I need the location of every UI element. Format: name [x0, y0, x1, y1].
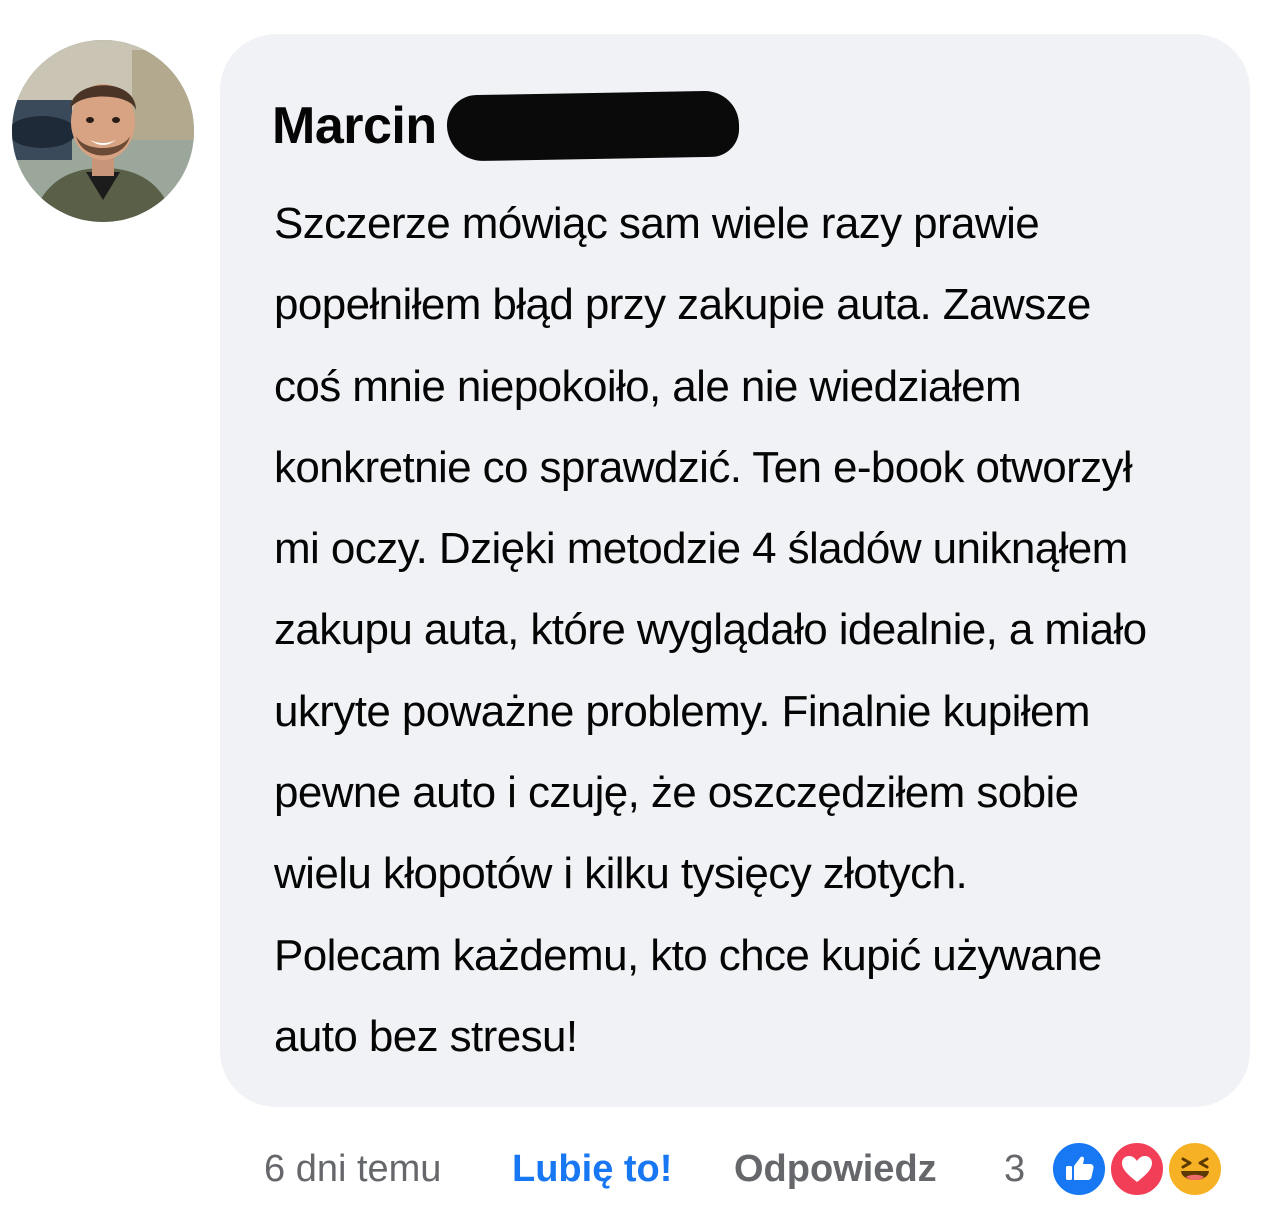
- comment-bubble: Marcin Szczerze mówiąc sam wiele razy pr…: [220, 34, 1250, 1107]
- like-button[interactable]: Lubię to!: [512, 1138, 672, 1200]
- reaction-icons[interactable]: [1050, 1138, 1230, 1200]
- heart-icon: [1108, 1140, 1166, 1198]
- comment-text: Szczerze mówiąc sam wiele razy prawie po…: [274, 199, 1147, 1061]
- comment-actions: 6 dni temu Lubię to! Odpowiedz 3: [264, 1138, 1254, 1200]
- author-name[interactable]: Marcin: [272, 96, 437, 156]
- thumbs-up-icon: [1050, 1140, 1108, 1198]
- comment-timestamp[interactable]: 6 dni temu: [264, 1138, 441, 1200]
- laughing-face-icon: [1166, 1140, 1224, 1198]
- reaction-count[interactable]: 3: [1004, 1138, 1025, 1200]
- person-avatar-photo: [12, 40, 194, 222]
- avatar[interactable]: [12, 40, 194, 222]
- comment-author: Marcin: [272, 86, 740, 166]
- reply-button[interactable]: Odpowiedz: [734, 1138, 937, 1200]
- redacted-surname: [446, 90, 740, 162]
